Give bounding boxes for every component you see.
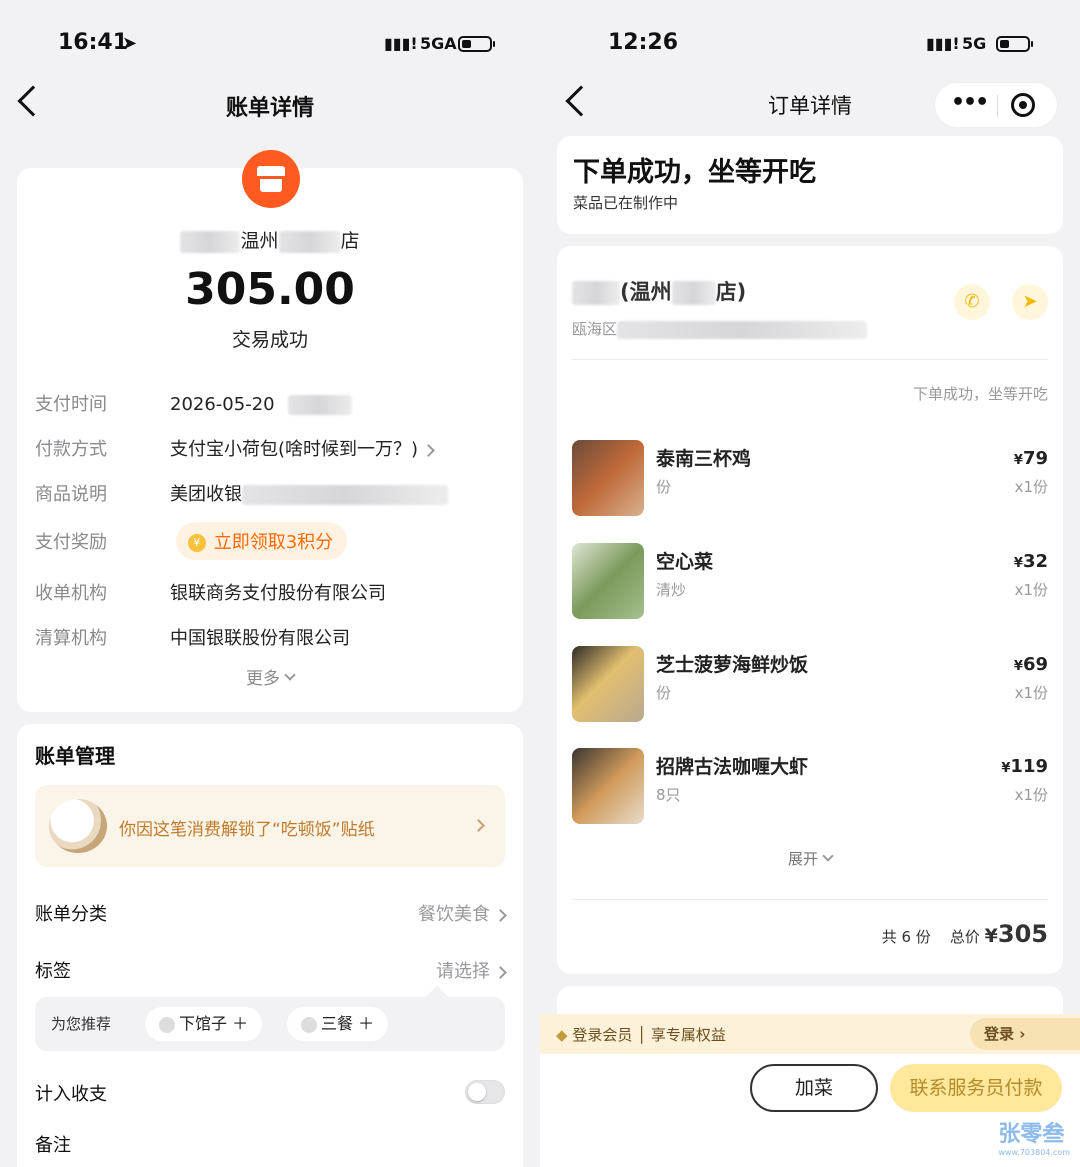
member-login-button[interactable]: 登录 › (970, 1018, 1080, 1050)
network-label: 5GA (420, 34, 457, 53)
detail-row-acquirer: 收单机构 银联商务支付股份有限公司 (35, 583, 386, 604)
chevron-right-icon (494, 965, 507, 979)
tag-chip-dine-out[interactable]: 下馆子 ＋ (145, 1007, 263, 1041)
diamond-icon: ◆ (556, 1026, 568, 1044)
detail-row-clearing: 清算机构 中国银联股份有限公司 (35, 628, 350, 649)
order-item: 泰南三杯鸡 份 ¥79 x1份 (572, 440, 1048, 520)
order-total: 共 6 份 总价 ¥305 (881, 920, 1048, 948)
detail-row-description: 商品说明 美团收银 (35, 480, 448, 506)
recommend-tags: 为您推荐 下馆子 ＋ 三餐 ＋ (35, 997, 505, 1051)
tag-row[interactable]: 标签 请选择 (35, 957, 507, 983)
battery-icon (458, 36, 495, 52)
bill-amount: 305.00 (185, 264, 355, 315)
status-bar: 12:26 ▮▮▮! 5G (540, 30, 1080, 60)
store-address: 瓯海区 (572, 318, 868, 339)
contact-waiter-pay-button[interactable]: 联系服务员付款 (890, 1064, 1062, 1112)
bottom-action-bar: 加菜 联系服务员付款 张零叁 www.703804.com (540, 1054, 1080, 1167)
coin-icon: ¥ (187, 534, 206, 552)
status-time: 16:41 (58, 30, 129, 55)
status-time: 12:26 (608, 30, 679, 55)
location-arrow-icon: ➤ (122, 33, 138, 54)
plate-icon (159, 1016, 175, 1033)
chevron-down-icon (284, 669, 296, 681)
signal-icon: ▮▮▮! (384, 34, 418, 53)
page-title: 账单详情 (225, 96, 314, 121)
dish-image (572, 748, 644, 824)
battery-icon (996, 36, 1033, 52)
rice-bowl-sticker-icon (49, 799, 107, 853)
chevron-right-icon (494, 908, 507, 922)
chevron-down-icon (822, 849, 834, 862)
section-title: 账单管理 (35, 744, 115, 768)
sticker-banner[interactable]: 你因这笔消费解锁了“吃顿饭”贴纸 (35, 785, 505, 867)
tag-chip-meals[interactable]: 三餐 ＋ (287, 1007, 389, 1041)
expand-items-button[interactable]: 展开 (540, 848, 1080, 869)
remark-row[interactable]: 备注 (35, 1131, 505, 1157)
network-label: 5G (962, 34, 987, 53)
phone-icon[interactable]: ✆ (954, 284, 990, 320)
add-dish-button[interactable]: 加菜 (750, 1064, 878, 1112)
status-bar: 16:41 ➤ ▮▮▮! 5GA (0, 30, 540, 60)
income-toggle-row: 计入收支 (35, 1080, 505, 1106)
chevron-right-icon (472, 819, 485, 832)
claim-points-button[interactable]: ¥ 立即领取3积分 (175, 522, 348, 560)
order-detail-screen: 12:26 ▮▮▮! 5G 订单详情 ••• 下单成功，坐等开吃 菜品已在制作中… (540, 0, 1080, 1167)
dish-image (572, 543, 644, 619)
divider (572, 359, 1048, 360)
order-progress-text: 下单成功，坐等开吃 (912, 385, 1048, 403)
detail-row-pay-time: 支付时间 2026-05-20 (35, 390, 353, 416)
trade-status: 交易成功 (231, 329, 308, 351)
close-mini-program-icon[interactable] (1011, 93, 1035, 117)
watermark-logo: 张零叁 www.703804.com (998, 1122, 1070, 1157)
dish-image (572, 646, 644, 722)
merchant-name: 温州店 (0, 226, 540, 253)
divider (572, 899, 1048, 900)
bill-detail-screen: 16:41 ➤ ▮▮▮! 5GA 账单详情 温州店 305.00 交易成功 支付… (0, 0, 540, 1167)
dish-image (572, 440, 644, 516)
navigate-icon[interactable]: ➤ (1012, 284, 1048, 320)
bowl-icon (301, 1016, 317, 1033)
more-button[interactable]: 更多 (0, 664, 540, 689)
member-text: ◆ 登录会员 │ 享专属权益 (556, 1026, 726, 1044)
mini-program-capsule: ••• (934, 82, 1058, 128)
more-options-icon[interactable]: ••• (951, 90, 989, 115)
shop-icon (242, 150, 300, 208)
order-item: 招牌古法咖喱大虾 8只 ¥119 x1份 (572, 748, 1048, 828)
member-banner: ◆ 登录会员 │ 享专属权益 登录 › (540, 1014, 1080, 1054)
detail-row-reward: 支付奖励 ¥ 立即领取3积分 (35, 522, 348, 560)
income-toggle[interactable] (465, 1080, 505, 1104)
detail-row-payment-method[interactable]: 付款方式 支付宝小荷包(啥时候到一万？) (35, 435, 435, 461)
order-status-title: 下单成功，坐等开吃 (573, 157, 816, 188)
bill-category-row[interactable]: 账单分类 餐饮美食 (35, 900, 507, 926)
order-status-subtitle: 菜品已在制作中 (573, 194, 679, 212)
signal-icon: ▮▮▮! (926, 34, 960, 53)
order-item: 芝士菠萝海鲜炒饭 份 ¥69 x1份 (572, 646, 1048, 726)
order-item: 空心菜 清炒 ¥32 x1份 (572, 543, 1048, 623)
nav-bar: 账单详情 (0, 80, 540, 130)
chevron-right-icon (422, 443, 435, 457)
store-name: (温州 店) (572, 276, 746, 306)
